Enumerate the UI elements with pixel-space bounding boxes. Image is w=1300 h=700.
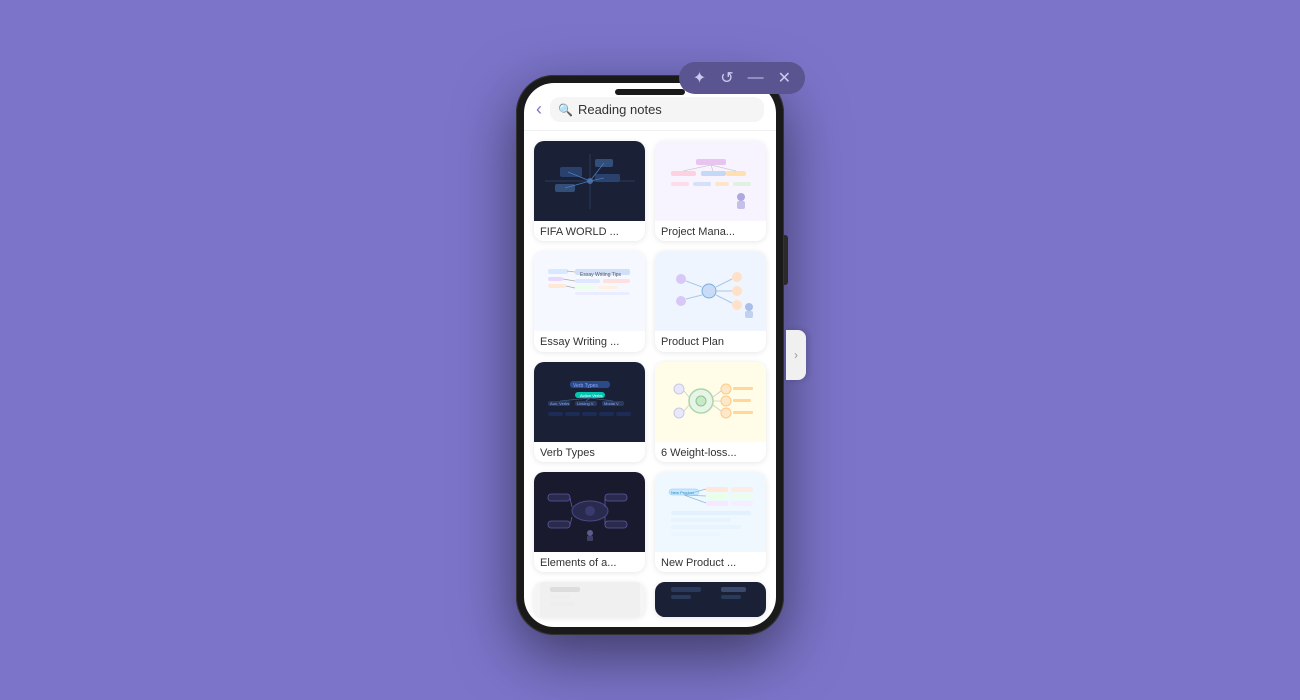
phone-screen: ‹ 🔍 Reading notes	[524, 83, 776, 627]
svg-text:Action Verbs: Action Verbs	[580, 393, 602, 398]
cards-grid: FIFA WORLD ...	[524, 131, 776, 627]
back-button[interactable]: ‹	[536, 99, 542, 120]
svg-text:New Product: New Product	[671, 490, 695, 495]
svg-text:Linking V.: Linking V.	[577, 401, 594, 406]
window-chrome: ✦ ↺ — ✕	[679, 62, 805, 94]
star-icon[interactable]: ✦	[693, 68, 706, 88]
search-text: Reading notes	[578, 102, 662, 117]
thumb-elements	[534, 472, 645, 552]
card-project-label: Project Mana...	[655, 221, 766, 241]
thumb-verb: Verb Types Action Verbs Aux. Verbs Linki…	[534, 362, 645, 442]
card-weight[interactable]: 6 Weight-loss...	[655, 362, 766, 462]
card-weight-label: 6 Weight-loss...	[655, 442, 766, 462]
card-elements[interactable]: Elements of a...	[534, 472, 645, 572]
card-project[interactable]: Project Mana...	[655, 141, 766, 241]
card-fifa-label: FIFA WORLD ...	[534, 221, 645, 241]
search-input-wrap[interactable]: 🔍 Reading notes	[550, 97, 764, 122]
card-essay-label: Essay Writing ...	[534, 331, 645, 351]
card-elements-label: Elements of a...	[534, 552, 645, 572]
card-partial-left[interactable]	[534, 582, 645, 617]
thumb-partial-right	[655, 582, 766, 617]
svg-text:Modal V.: Modal V.	[604, 401, 619, 406]
card-verb[interactable]: Verb Types Action Verbs Aux. Verbs Linki…	[534, 362, 645, 462]
phone-wrapper: › ‹ 🔍 Reading notes	[516, 75, 784, 635]
thumb-weight	[655, 362, 766, 442]
card-verb-label: Verb Types	[534, 442, 645, 462]
card-product-plan[interactable]: Product Plan	[655, 251, 766, 351]
thumb-new-product: New Product	[655, 472, 766, 552]
card-new-product-label: New Product ...	[655, 552, 766, 572]
search-icon: 🔍	[558, 103, 573, 117]
thumb-partial-left	[534, 582, 645, 617]
card-product-plan-label: Product Plan	[655, 331, 766, 351]
card-partial-right[interactable]	[655, 582, 766, 617]
minimize-icon[interactable]: —	[748, 69, 764, 87]
scroll-arrow-button[interactable]: ›	[786, 330, 806, 380]
thumb-product-plan	[655, 251, 766, 331]
phone-device: › ‹ 🔍 Reading notes	[516, 75, 784, 635]
card-fifa[interactable]: FIFA WORLD ...	[534, 141, 645, 241]
svg-text:Essay Writing Tips: Essay Writing Tips	[580, 272, 622, 278]
svg-text:Aux. Verbs: Aux. Verbs	[550, 401, 569, 406]
card-essay[interactable]: Essay Writing Tips	[534, 251, 645, 351]
card-new-product[interactable]: New Product	[655, 472, 766, 572]
thumb-project	[655, 141, 766, 221]
side-button	[784, 235, 788, 285]
close-icon[interactable]: ✕	[778, 68, 791, 88]
thumb-fifa	[534, 141, 645, 221]
refresh-icon[interactable]: ↺	[720, 68, 733, 88]
svg-text:Verb Types: Verb Types	[573, 383, 598, 389]
thumb-essay: Essay Writing Tips	[534, 251, 645, 331]
